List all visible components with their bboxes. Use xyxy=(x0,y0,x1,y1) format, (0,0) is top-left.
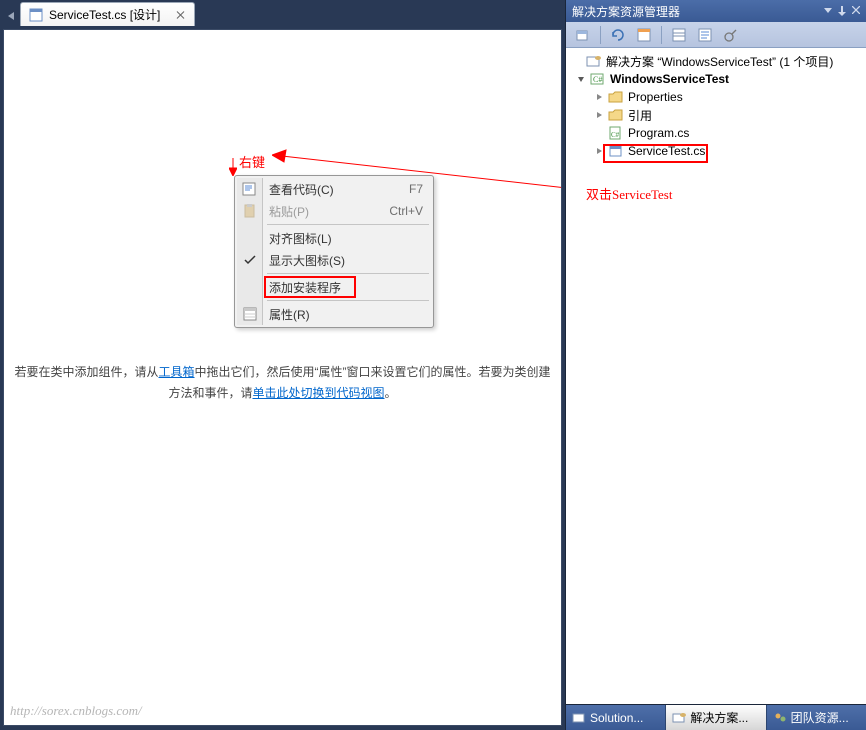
solution-tree[interactable]: 解决方案 “WindowsServiceTest” (1 个项目) C# Win… xyxy=(566,48,866,704)
svg-text:C#: C# xyxy=(593,75,602,84)
toolbar-home-button[interactable] xyxy=(572,24,594,46)
tab-team-explorer[interactable]: 团队资源... xyxy=(767,705,866,730)
tab-service-test-design[interactable]: ServiceTest.cs [设计] xyxy=(20,2,195,26)
team-icon xyxy=(773,711,787,725)
toolbar-refresh-button[interactable] xyxy=(607,24,629,46)
tree-project[interactable]: C# WindowsServiceTest xyxy=(568,70,864,88)
codeview-link[interactable]: 单击此处切换到代码视图 xyxy=(252,386,384,400)
toolbar-separator xyxy=(600,26,601,44)
context-menu: 查看代码(C) F7 粘贴(P) Ctrl+V 对齐图标(L) xyxy=(234,175,434,328)
csproj-icon: C# xyxy=(590,72,606,86)
expander-icon[interactable] xyxy=(594,110,604,120)
menu-label: 对齐图标(L) xyxy=(269,230,332,247)
tab-scroll-left[interactable] xyxy=(6,6,16,26)
toolbar-separator xyxy=(661,26,662,44)
expander-icon[interactable] xyxy=(594,146,604,156)
watermark: http://sorex.cnblogs.com/ xyxy=(10,703,142,719)
dropdown-icon[interactable] xyxy=(824,6,832,16)
menu-label: 属性(R) xyxy=(269,306,310,323)
tree-service-test-cs[interactable]: ServiceTest.cs xyxy=(568,142,864,160)
expander-icon[interactable] xyxy=(576,74,586,84)
view-code-icon xyxy=(242,181,258,197)
panel-title-text: 解决方案资源管理器 xyxy=(572,3,680,20)
panel-toolbar xyxy=(566,22,866,48)
toolbar-viewdesigner-button[interactable] xyxy=(720,24,742,46)
menu-view-code[interactable]: 查看代码(C) F7 xyxy=(237,178,431,200)
tree-program-cs[interactable]: C# Program.cs xyxy=(568,124,864,142)
menu-add-installer[interactable]: 添加安装程序 xyxy=(237,276,431,298)
toolbar-properties-button[interactable] xyxy=(668,24,690,46)
tree-properties[interactable]: Properties xyxy=(568,88,864,106)
folder-icon xyxy=(608,90,624,104)
designer-canvas[interactable]: 右键 查看代码(C) xyxy=(3,29,562,726)
pin-icon[interactable] xyxy=(838,6,846,16)
panel-titlebar[interactable]: 解决方案资源管理器 xyxy=(566,0,866,22)
menu-label: 添加安装程序 xyxy=(269,279,341,296)
menu-properties[interactable]: 属性(R) xyxy=(237,303,431,325)
menu-large-icons[interactable]: 显示大图标(S) xyxy=(237,249,431,271)
menu-separator xyxy=(267,300,429,301)
solution-explorer-panel: 解决方案资源管理器 解决方案 “WindowsServiceTest” (1 个… xyxy=(565,0,866,730)
solution-icon xyxy=(572,711,586,725)
tree-solution-root[interactable]: 解决方案 “WindowsServiceTest” (1 个项目) xyxy=(568,52,864,70)
tab-solution-navigator[interactable]: Solution... xyxy=(566,705,666,730)
menu-align-icons[interactable]: 对齐图标(L) xyxy=(237,227,431,249)
menu-label: 显示大图标(S) xyxy=(269,252,345,269)
paste-icon xyxy=(242,203,258,219)
toolbox-link[interactable]: 工具箱 xyxy=(159,365,195,379)
menu-label: 查看代码(C) xyxy=(269,181,334,198)
tab-solution-explorer[interactable]: 解决方案... xyxy=(666,705,766,730)
annotation-rightclick: 右键 xyxy=(239,152,265,171)
visual-studio-window: ServiceTest.cs [设计] 右键 xyxy=(0,0,866,730)
menu-label: 粘贴(P) xyxy=(269,203,309,220)
canvas-wrap: 右键 查看代码(C) xyxy=(0,26,565,730)
designer-hint-text: 若要在类中添加组件，请从工具箱中拖出它们，然后使用“属性”窗口来设置它们的属性。… xyxy=(14,362,551,405)
tree-references[interactable]: 引用 xyxy=(568,106,864,124)
solution-icon xyxy=(586,54,602,68)
tab-close-icon[interactable] xyxy=(176,10,186,20)
properties-icon xyxy=(242,306,258,322)
annotation-doubleclick: 双击ServiceTest xyxy=(586,184,672,203)
chevron-left-icon xyxy=(8,12,14,20)
editor-area: ServiceTest.cs [设计] 右键 xyxy=(0,0,565,730)
references-icon xyxy=(608,108,624,122)
expander-icon[interactable] xyxy=(594,92,604,102)
toolbar-showall-button[interactable] xyxy=(633,24,655,46)
cs-file-icon: C# xyxy=(608,126,624,140)
close-icon[interactable] xyxy=(852,6,860,16)
toolbar-viewcode-button[interactable] xyxy=(694,24,716,46)
menu-shortcut: F7 xyxy=(409,182,423,196)
arrow-down-icon xyxy=(229,158,237,176)
checkmark-icon xyxy=(242,252,258,268)
component-file-icon xyxy=(608,144,624,158)
designer-file-icon xyxy=(29,8,43,22)
menu-separator xyxy=(267,273,429,274)
tab-label: ServiceTest.cs [设计] xyxy=(49,6,160,23)
solution-explorer-icon xyxy=(672,711,686,725)
panel-bottom-tabs: Solution... 解决方案... 团队资源... xyxy=(566,704,866,730)
menu-separator xyxy=(267,224,429,225)
svg-text:C#: C# xyxy=(611,131,620,139)
menu-shortcut: Ctrl+V xyxy=(389,204,423,218)
menu-paste: 粘贴(P) Ctrl+V xyxy=(237,200,431,222)
panel-title-icons xyxy=(824,6,860,16)
tab-strip: ServiceTest.cs [设计] xyxy=(0,0,565,26)
